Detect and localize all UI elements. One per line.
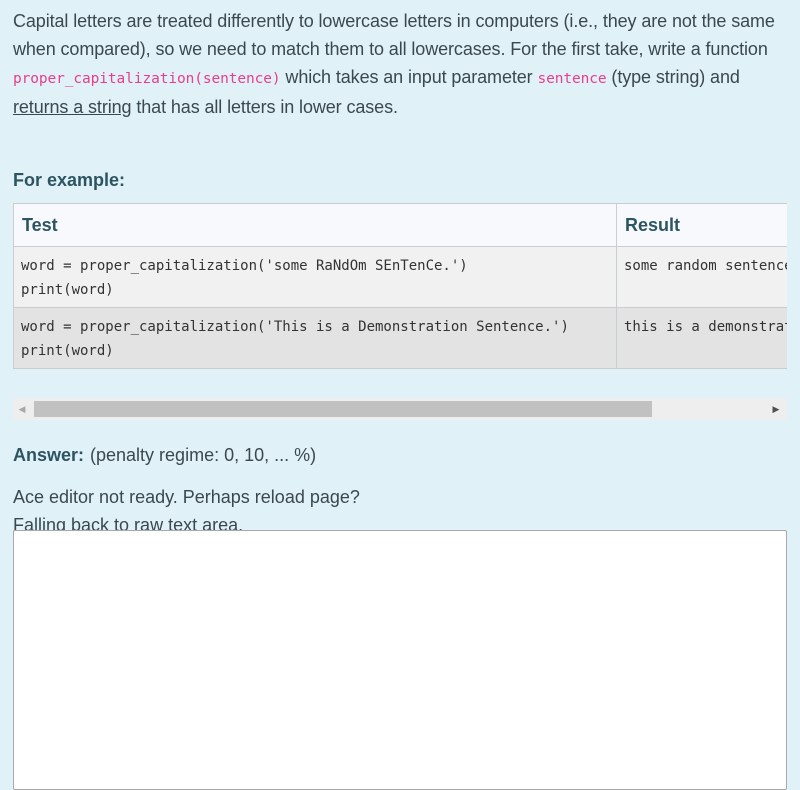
scroll-right-arrow-icon[interactable]: ▶: [765, 398, 787, 420]
column-header-test: Test: [13, 203, 617, 247]
answer-label: Answer:: [13, 445, 85, 465]
test-cell: word = proper_capitalization('This is a …: [13, 307, 617, 369]
question-text-part: (type string) and: [606, 67, 740, 87]
test-cell: word = proper_capitalization('some RaNdO…: [13, 246, 617, 308]
question-container: Capital letters are treated differently …: [13, 7, 787, 790]
table-row: word = proper_capitalization('some RaNdO…: [13, 246, 787, 308]
test-code-line: word = proper_capitalization('some RaNdO…: [21, 258, 468, 274]
question-text-part: Capital letters are treated differently …: [13, 11, 775, 59]
test-code-line: print(word): [21, 343, 114, 359]
test-code-line: word = proper_capitalization('This is a …: [21, 319, 569, 335]
example-table-viewport: Test Result word = proper_capitalization…: [13, 203, 787, 379]
scroll-left-arrow-icon[interactable]: ◀: [13, 398, 31, 420]
question-text-part: which takes an input parameter: [280, 67, 538, 87]
question-text-part: that has all letters in lower cases.: [131, 97, 398, 117]
answer-textarea[interactable]: [13, 530, 787, 790]
result-cell: this is a demonstration sentence.: [616, 307, 787, 369]
example-heading: For example:: [13, 170, 126, 190]
parameter-name: sentence: [537, 71, 607, 87]
question-text: Capital letters are treated differently …: [13, 7, 787, 121]
column-header-result: Result: [616, 203, 787, 247]
scrollbar-thumb[interactable]: [34, 401, 652, 417]
penalty-regime: (penalty regime: 0, 10, ... %): [90, 445, 317, 465]
returns-string-text: returns a string: [13, 97, 132, 117]
example-table: Test Result word = proper_capitalization…: [13, 203, 787, 369]
answer-header: Answer: (penalty regime: 0, 10, ... %): [13, 441, 316, 469]
table-row: word = proper_capitalization('This is a …: [13, 307, 787, 369]
notice-line: Ace editor not ready. Perhaps reload pag…: [13, 487, 360, 507]
table-header-row: Test Result: [13, 203, 787, 247]
horizontal-scrollbar[interactable]: ◀ ▶: [13, 398, 787, 420]
function-signature: proper_capitalization(sentence): [13, 71, 281, 87]
result-cell: some random sentence.: [616, 246, 787, 308]
test-code-line: print(word): [21, 282, 114, 298]
